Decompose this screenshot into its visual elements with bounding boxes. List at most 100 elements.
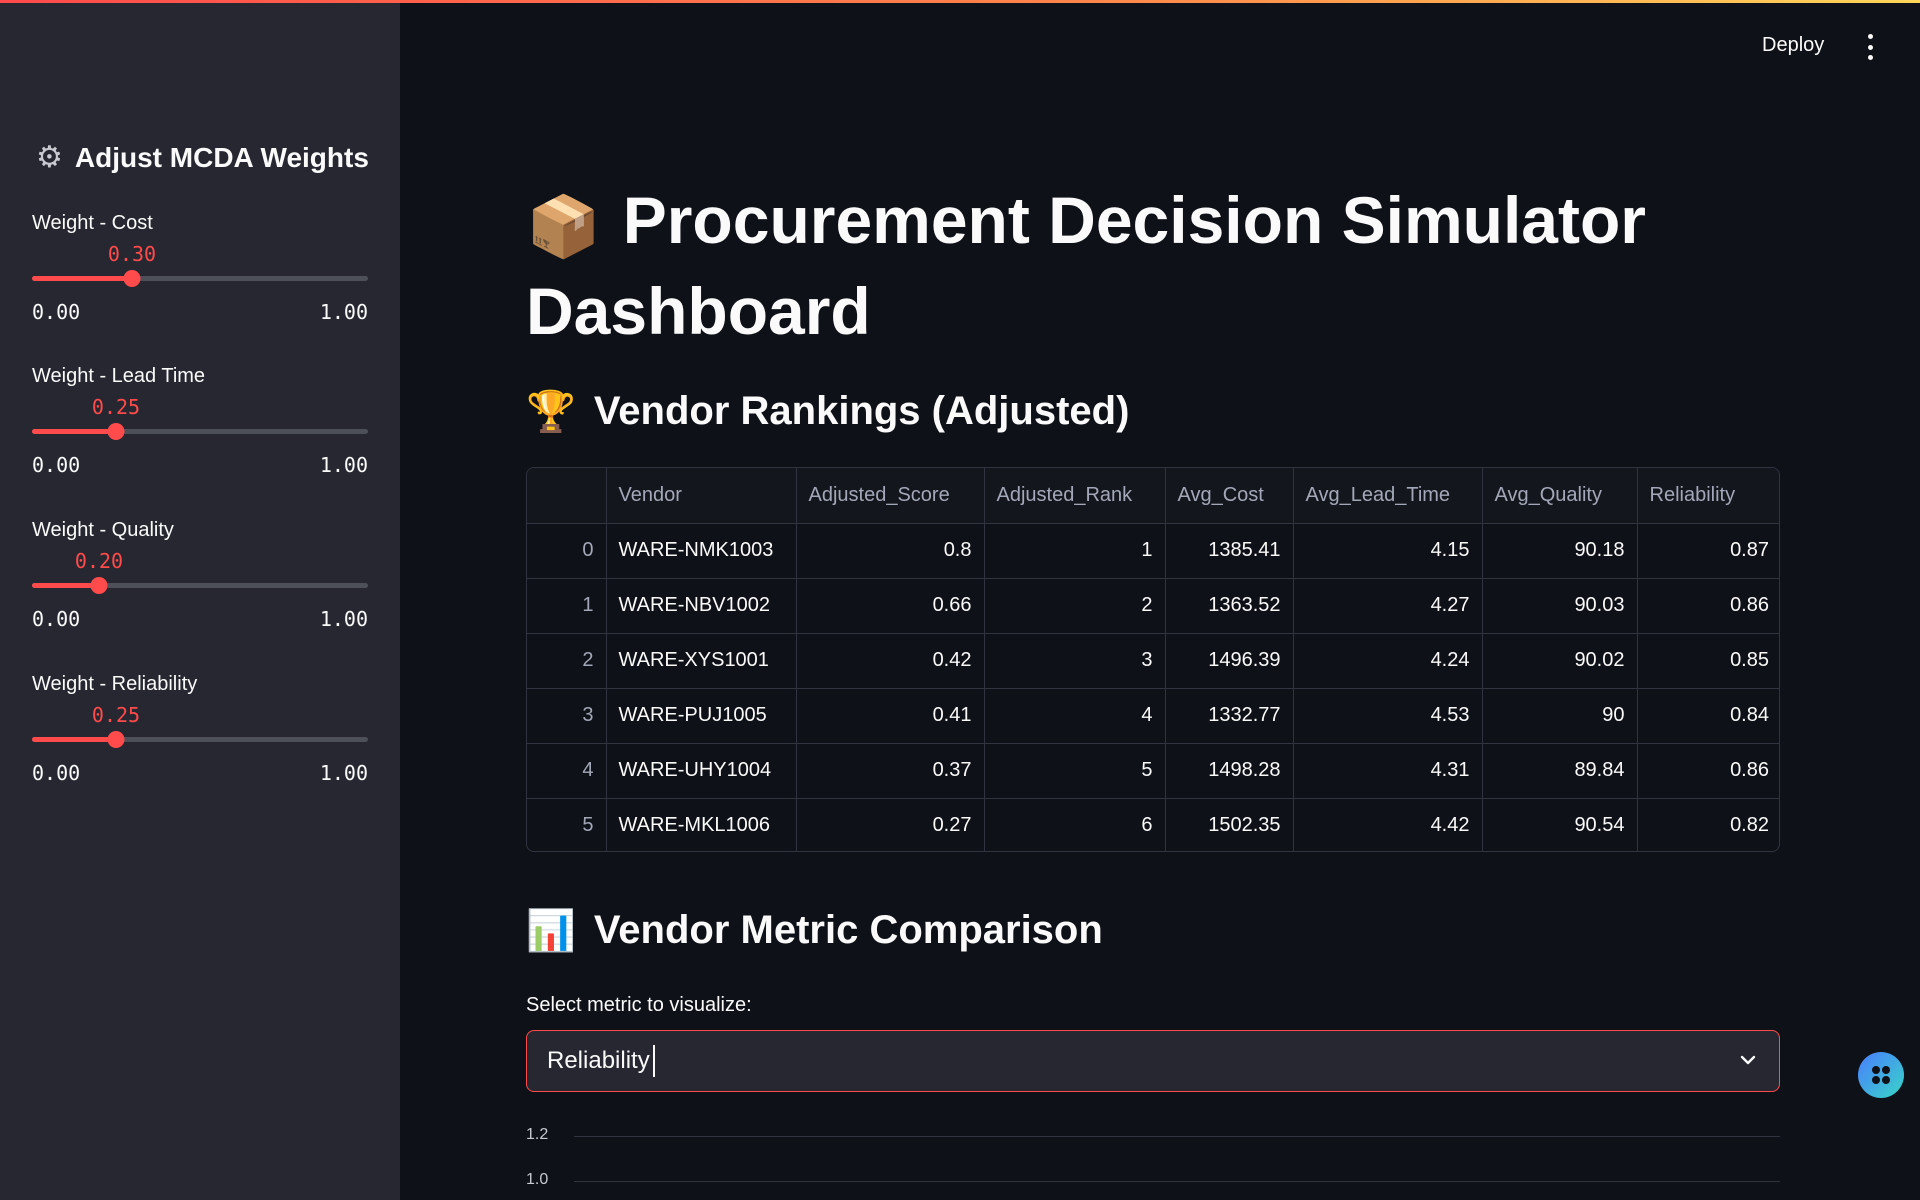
slider-label: Weight - Reliability	[32, 673, 198, 695]
table-cell: 2	[984, 578, 1166, 634]
slider-weight-cost[interactable]: Weight - Cost 0.30 0.00 1.00	[32, 212, 368, 324]
more-vertical-icon[interactable]	[1860, 34, 1880, 60]
slider-thumb[interactable]	[107, 423, 125, 440]
slider-label: Weight - Lead Time	[32, 365, 206, 387]
slider-min: 0.00	[32, 607, 81, 631]
column-header[interactable]: Avg_Quality	[1482, 468, 1638, 524]
table-cell: 4.24	[1293, 633, 1483, 689]
slider-value: 0.30	[107, 242, 157, 266]
deploy-button[interactable]: Deploy	[1750, 30, 1836, 61]
table-cell: 90.54	[1482, 798, 1638, 851]
table-row[interactable]: 3 WARE-PUJ1005 0.41 4 1332.77 4.53 90 0.84	[527, 688, 1779, 744]
slider-max: 1.00	[319, 607, 368, 631]
slider-thumb[interactable]	[123, 270, 141, 287]
slider-track[interactable]	[32, 577, 368, 594]
row-index: 4	[527, 743, 607, 799]
slider-label: Weight - Cost	[32, 212, 153, 234]
slider-weight-lead-time[interactable]: Weight - Lead Time 0.25 0.00 1.00	[32, 365, 368, 477]
table-cell: 0.37	[796, 743, 985, 799]
slider-fill	[32, 276, 132, 281]
slider-value: 0.25	[91, 395, 141, 419]
metric-select-value: Reliability	[547, 1047, 650, 1074]
table-cell: 1332.77	[1165, 688, 1294, 744]
table-cell: 0.84	[1637, 688, 1779, 744]
table-cell: 4.15	[1293, 523, 1483, 579]
rankings-table[interactable]: Vendor Adjusted_Score Adjusted_Rank Avg_…	[526, 467, 1780, 852]
slider-label: Weight - Quality	[32, 519, 174, 541]
comparison-heading: 📊 Vendor Metric Comparison	[526, 907, 1103, 954]
metric-select[interactable]: Reliability	[526, 1030, 1780, 1092]
sidebar-title-text: Adjust MCDA Weights	[74, 142, 369, 173]
table-cell: 89.84	[1482, 743, 1638, 799]
assistant-icon	[1872, 1066, 1890, 1084]
table-row[interactable]: 1 WARE-NBV1002 0.66 2 1363.52 4.27 90.03 0.86	[527, 578, 1779, 634]
top-accent-bar	[0, 0, 1920, 3]
rankings-heading: 🏆 Vendor Rankings (Adjusted)	[526, 388, 1129, 435]
page-title-text: Procurement Decision Simulator Dashboard	[526, 183, 1646, 348]
table-cell: 90.03	[1482, 578, 1638, 634]
table-cell: 0.41	[796, 688, 985, 744]
row-index: 2	[527, 633, 607, 689]
slider-track[interactable]	[32, 270, 368, 287]
slider-fill	[32, 583, 99, 588]
table-cell: 5	[984, 743, 1166, 799]
row-index: 1	[527, 578, 607, 634]
table-cell: 4.53	[1293, 688, 1483, 744]
table-row[interactable]: 0 WARE-NMK1003 0.8 1 1385.41 4.15 90.18 0.87	[527, 523, 1779, 579]
table-cell: 0.87	[1637, 523, 1779, 579]
table-row[interactable]: 2 WARE-XYS1001 0.42 3 1496.39 4.24 90.02 0.85	[527, 633, 1779, 689]
table-cell: 1502.35	[1165, 798, 1294, 851]
table-cell: 0.27	[796, 798, 985, 851]
slider-track[interactable]	[32, 731, 368, 748]
column-header[interactable]: Reliability	[1637, 468, 1779, 524]
slider-min: 0.00	[32, 761, 81, 785]
table-cell: 0.86	[1637, 743, 1779, 799]
slider-weight-reliability[interactable]: Weight - Reliability 0.25 0.00 1.00	[32, 673, 368, 785]
slider-thumb[interactable]	[107, 731, 125, 748]
trophy-icon: 🏆	[526, 390, 576, 434]
slider-min: 0.00	[32, 453, 81, 477]
table-cell: 4.31	[1293, 743, 1483, 799]
assistant-fab[interactable]	[1858, 1052, 1904, 1098]
table-row[interactable]: 5 WARE-MKL1006 0.27 6 1502.35 4.42 90.54 0.82	[527, 798, 1779, 851]
table-cell: 1	[984, 523, 1166, 579]
table-cell: 3	[984, 633, 1166, 689]
slider-weight-quality[interactable]: Weight - Quality 0.20 0.00 1.00	[32, 519, 368, 631]
column-header[interactable]: Vendor	[606, 468, 797, 524]
table-cell: 4.27	[1293, 578, 1483, 634]
table-cell: 1385.41	[1165, 523, 1294, 579]
text-cursor	[652, 1045, 655, 1077]
column-header[interactable]	[527, 468, 607, 524]
sidebar-title: ⚙ Adjust MCDA Weights	[36, 142, 369, 174]
slider-fill	[32, 429, 116, 434]
gear-icon: ⚙	[36, 141, 63, 174]
table-cell: 1498.28	[1165, 743, 1294, 799]
table-cell: 0.86	[1637, 578, 1779, 634]
table-cell: WARE-XYS1001	[606, 633, 797, 689]
table-cell: WARE-NBV1002	[606, 578, 797, 634]
row-index: 5	[527, 798, 607, 851]
column-header[interactable]: Avg_Lead_Time	[1293, 468, 1483, 524]
column-header[interactable]: Avg_Cost	[1165, 468, 1294, 524]
rankings-heading-text: Vendor Rankings (Adjusted)	[593, 389, 1130, 433]
slider-fill	[32, 737, 116, 742]
y-tick-label: 1.0	[526, 1171, 549, 1188]
column-header[interactable]: Adjusted_Rank	[984, 468, 1166, 524]
comparison-heading-text: Vendor Metric Comparison	[593, 908, 1103, 952]
table-row[interactable]: 4 WARE-UHY1004 0.37 5 1498.28 4.31 89.84 0.86	[527, 743, 1779, 799]
table-cell: 90.02	[1482, 633, 1638, 689]
table-cell: 1496.39	[1165, 633, 1294, 689]
y-tick-label: 1.2	[526, 1126, 549, 1143]
column-header[interactable]: Adjusted_Score	[796, 468, 985, 524]
chevron-down-icon[interactable]	[1739, 1051, 1757, 1069]
table-cell: 4	[984, 688, 1166, 744]
slider-track[interactable]	[32, 423, 368, 440]
sidebar: ⚙ Adjust MCDA Weights Weight - Cost 0.30…	[0, 0, 400, 1200]
table-cell: WARE-NMK1003	[606, 523, 797, 579]
table-cell: 90.18	[1482, 523, 1638, 579]
package-icon: 📦	[526, 193, 601, 260]
slider-max: 1.00	[319, 453, 368, 477]
row-index: 0	[527, 523, 607, 579]
slider-thumb[interactable]	[90, 577, 108, 594]
table-header-row: Vendor Adjusted_Score Adjusted_Rank Avg_…	[527, 468, 1779, 524]
